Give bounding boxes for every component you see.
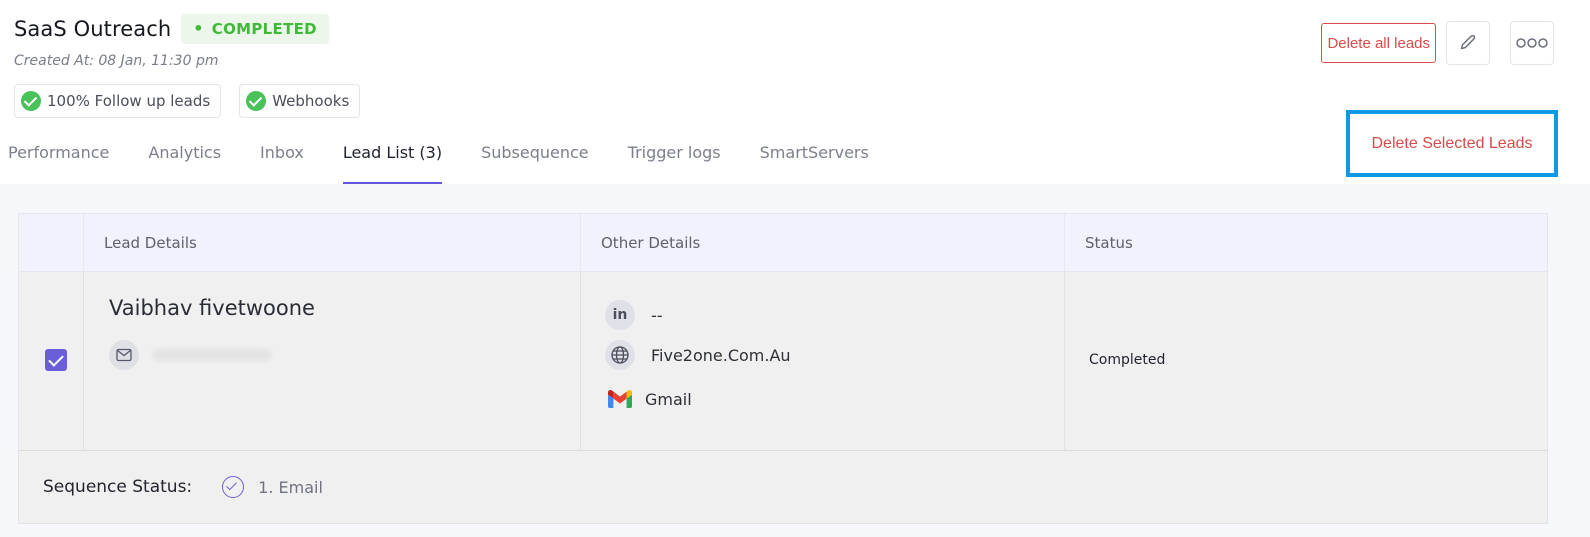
status-badge-label: COMPLETED — [211, 20, 317, 38]
select-cell — [19, 272, 84, 450]
tab-trigger-logs[interactable]: Trigger logs — [628, 126, 721, 184]
header-select-column — [19, 214, 84, 271]
created-at: Created At: 08 Jan, 11:30 pm — [14, 53, 219, 69]
check-circle-outline-icon — [222, 476, 245, 498]
linkedin-icon: in — [605, 300, 635, 330]
lead-status: Completed — [1089, 352, 1166, 368]
header-other-details: Other Details — [581, 214, 1065, 271]
linkedin-value: -- — [651, 305, 663, 325]
sequence-status-label: Sequence Status: — [43, 477, 193, 497]
check-circle-icon — [21, 91, 41, 111]
row-checkbox[interactable] — [45, 349, 67, 371]
status-dot-icon: • — [193, 19, 204, 38]
sequence-status-row: Sequence Status: 1. Email — [18, 450, 1548, 524]
tab-performance[interactable]: Performance — [8, 126, 109, 184]
provider-detail: Gmail — [605, 384, 692, 414]
title-row: SaaS Outreach • COMPLETED — [14, 14, 329, 44]
check-circle-icon — [246, 91, 267, 111]
delete-all-leads-button[interactable]: Delete all leads — [1321, 23, 1436, 63]
chip-label: Webhooks — [272, 92, 350, 110]
tab-lead-list[interactable]: Lead List (3) — [342, 126, 443, 184]
sequence-step-label: 1. Email — [258, 477, 323, 497]
header-lead-details: Lead Details — [84, 214, 581, 271]
tab-analytics[interactable]: Analytics — [148, 126, 221, 184]
lead-table: Lead Details Other Details Status Vaibha… — [18, 213, 1548, 524]
top-actions: Delete all leads — [1321, 21, 1554, 65]
lead-email-redacted — [152, 349, 272, 361]
header-status: Status — [1085, 233, 1133, 252]
status-cell: Completed — [1065, 272, 1547, 450]
campaign-title: SaaS Outreach — [14, 17, 172, 41]
linkedin-detail: in -- — [605, 300, 663, 330]
feature-chips: 100% Follow up leads Webhooks — [14, 84, 361, 118]
table-row[interactable]: Vaibhav fivetwoone in -- Five2one.Com.Au… — [18, 272, 1548, 450]
pencil-icon — [1460, 34, 1476, 50]
status-badge: • COMPLETED — [181, 14, 329, 44]
table-header: Lead Details Other Details Status — [18, 213, 1548, 272]
provider-value: Gmail — [645, 389, 692, 409]
campaign-tabs: Performance Analytics Inbox Lead List (3… — [8, 126, 908, 184]
website-value[interactable]: Five2one.Com.Au — [651, 346, 791, 365]
tab-inbox[interactable]: Inbox — [260, 126, 304, 184]
other-details-cell: in -- Five2one.Com.Au Gmail — [581, 272, 1065, 450]
tab-smartservers[interactable]: SmartServers — [760, 126, 869, 184]
edit-button[interactable] — [1446, 21, 1490, 65]
gmail-icon — [605, 384, 635, 414]
more-options-button[interactable] — [1510, 21, 1554, 65]
website-detail: Five2one.Com.Au — [605, 340, 791, 370]
globe-icon — [605, 340, 635, 370]
campaign-header: SaaS Outreach • COMPLETED Created At: 08… — [0, 0, 1590, 184]
lead-name: Vaibhav fivetwoone — [109, 296, 315, 320]
chip-label: 100% Follow up leads — [47, 92, 211, 110]
email-icon — [109, 340, 139, 370]
chip-webhooks[interactable]: Webhooks — [239, 84, 361, 118]
lead-details-cell: Vaibhav fivetwoone — [84, 272, 581, 450]
tab-subsequence[interactable]: Subsequence — [481, 126, 589, 184]
sequence-step[interactable]: 1. Email — [222, 476, 323, 498]
more-dots-icon — [1516, 38, 1548, 48]
chip-follow-up[interactable]: 100% Follow up leads — [14, 84, 222, 118]
delete-selected-leads-button[interactable]: Delete Selected Leads — [1346, 110, 1558, 177]
